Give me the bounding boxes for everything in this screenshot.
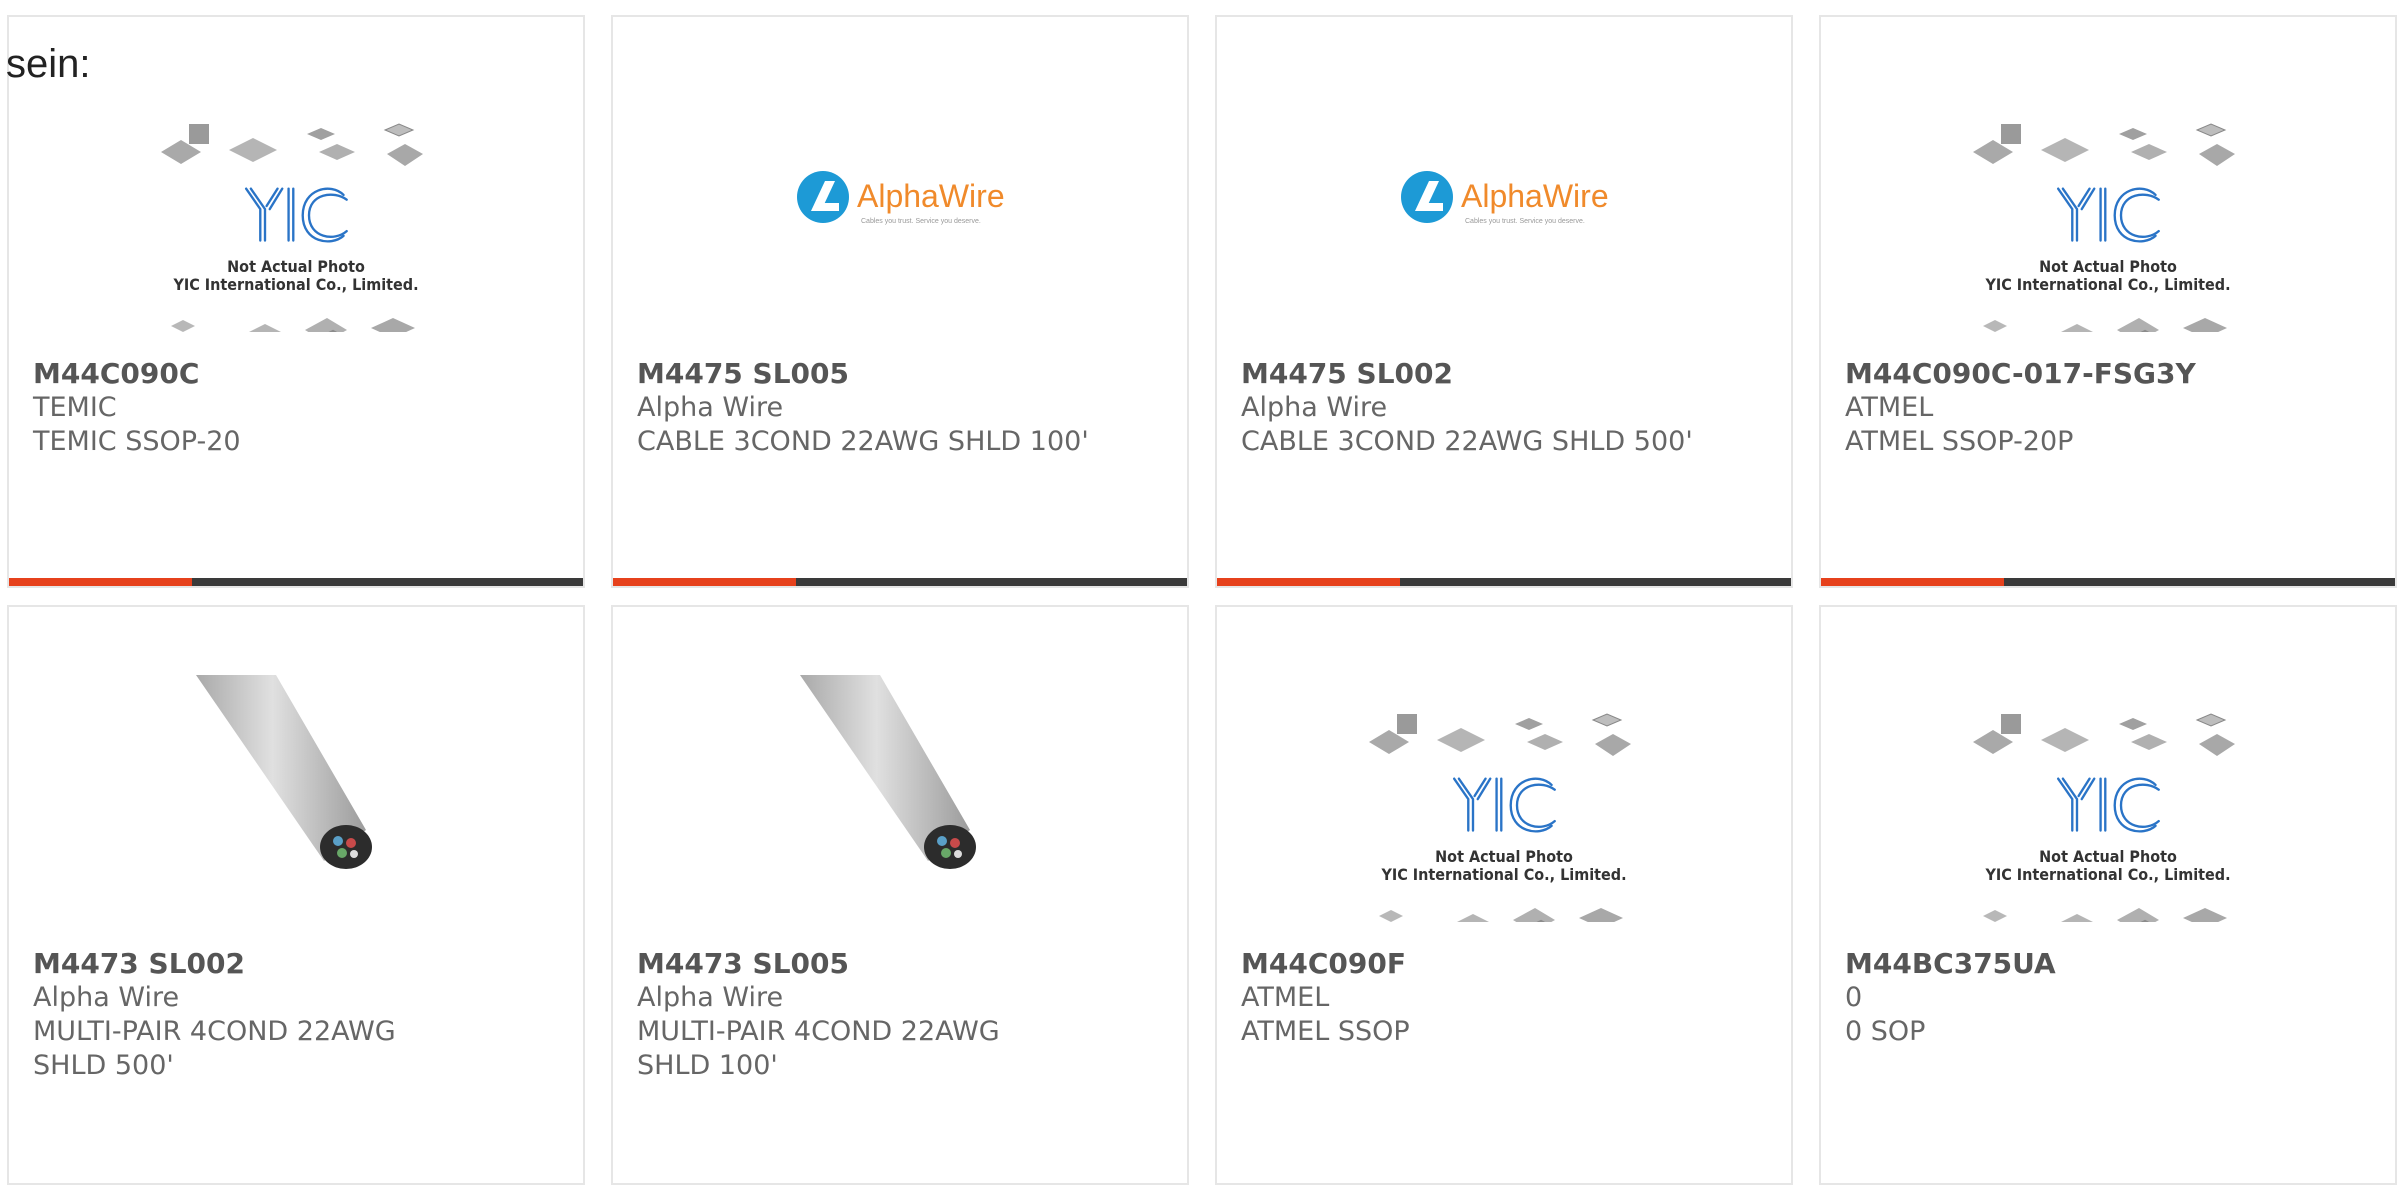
alphawire-logo: AlphaWire Cables you trust. Service you … <box>1401 171 1609 225</box>
description: TEMIC SSOP-20 <box>33 426 241 457</box>
product-image[interactable] <box>9 655 583 945</box>
product-card[interactable]: Not Actual Photo YIC International Co., … <box>7 15 585 588</box>
description: CABLE 3COND 22AWG SHLD 100' <box>637 426 1089 457</box>
product-card[interactable]: AlphaWire Cables you trust. Service you … <box>1215 15 1793 588</box>
yic-placeholder-image: Not Actual Photo YIC International Co., … <box>161 123 429 332</box>
part-number[interactable]: M4473 SL002 <box>33 947 563 981</box>
placeholder-line2: YIC International Co., Limited. <box>1984 275 2230 294</box>
alphawire-tagline: Cables you trust. Service you deserve. <box>1465 218 1585 225</box>
product-image[interactable]: Not Actual Photo YIC International Co., … <box>9 92 583 382</box>
card-accent <box>1217 578 1400 586</box>
brand: Alpha Wire <box>637 982 784 1013</box>
placeholder-line1: Not Actual Photo <box>1435 847 1573 866</box>
brand: Alpha Wire <box>33 982 180 1013</box>
alphawire-wordmark: AlphaWire <box>857 178 1005 214</box>
product-card[interactable]: AlphaWire Cables you trust. Service you … <box>611 15 1189 588</box>
card-accent <box>1821 578 2004 586</box>
product-image[interactable]: AlphaWire Cables you trust. Service you … <box>1217 92 1791 382</box>
product-image[interactable] <box>613 655 1187 945</box>
alphawire-tagline: Cables you trust. Service you deserve. <box>861 218 981 225</box>
description: SHLD 100' <box>637 1050 778 1081</box>
description: CABLE 3COND 22AWG SHLD 500' <box>1241 426 1693 457</box>
part-number[interactable]: M44C090F <box>1241 947 1771 981</box>
yic-placeholder-image: Not Actual Photo YIC International Co., … <box>1369 713 1637 922</box>
product-card[interactable]: Not Actual Photo YIC International Co., … <box>1819 15 2397 588</box>
placeholder-line1: Not Actual Photo <box>2039 847 2177 866</box>
product-image[interactable]: Not Actual Photo YIC International Co., … <box>1821 655 2395 945</box>
yic-placeholder-image: Not Actual Photo YIC International Co., … <box>1973 123 2241 332</box>
brand: 0 <box>1845 982 1863 1013</box>
alphawire-logo: AlphaWire Cables you trust. Service you … <box>797 171 1005 225</box>
card-bottom-bar <box>9 578 583 586</box>
product-image[interactable]: Not Actual Photo YIC International Co., … <box>1821 92 2395 382</box>
product-card[interactable]: M4473 SL005 Alpha Wire MULTI-PAIR 4COND … <box>611 605 1189 1185</box>
description: ATMEL SSOP <box>1241 1016 1410 1047</box>
description: MULTI-PAIR 4COND 22AWG <box>33 1016 396 1047</box>
product-card[interactable]: Not Actual Photo YIC International Co., … <box>1215 605 1793 1185</box>
part-number[interactable]: M4475 SL005 <box>637 357 1167 391</box>
description: ATMEL SSOP-20P <box>1845 426 2074 457</box>
card-bottom-bar <box>1217 578 1791 586</box>
card-accent <box>613 578 796 586</box>
card-bottom-bar <box>1821 578 2395 586</box>
cable-photo-image <box>800 675 976 869</box>
product-card[interactable]: Not Actual Photo YIC International Co., … <box>1819 605 2397 1185</box>
placeholder-line2: YIC International Co., Limited. <box>1380 865 1626 884</box>
card-accent <box>9 578 192 586</box>
cable-photo-image <box>196 675 372 869</box>
description: MULTI-PAIR 4COND 22AWG <box>637 1016 1000 1047</box>
brand: TEMIC <box>33 392 117 423</box>
placeholder-line1: Not Actual Photo <box>227 257 365 276</box>
description: SHLD 500' <box>33 1050 174 1081</box>
part-number[interactable]: M4475 SL002 <box>1241 357 1771 391</box>
yic-placeholder-image: Not Actual Photo YIC International Co., … <box>1973 713 2241 922</box>
product-image[interactable]: Not Actual Photo YIC International Co., … <box>1217 655 1791 945</box>
part-number[interactable]: M4473 SL005 <box>637 947 1167 981</box>
placeholder-line1: Not Actual Photo <box>2039 257 2177 276</box>
alphawire-wordmark: AlphaWire <box>1461 178 1609 214</box>
brand: ATMEL <box>1845 392 1934 423</box>
product-image[interactable]: AlphaWire Cables you trust. Service you … <box>613 92 1187 382</box>
card-bottom-bar <box>613 578 1187 586</box>
brand: Alpha Wire <box>1241 392 1388 423</box>
intro-text: sein: <box>6 42 91 86</box>
part-number[interactable]: M44C090C-017-FSG3Y <box>1845 357 2375 391</box>
placeholder-line2: YIC International Co., Limited. <box>1984 865 2230 884</box>
brand: Alpha Wire <box>637 392 784 423</box>
product-card[interactable]: M4473 SL002 Alpha Wire MULTI-PAIR 4COND … <box>7 605 585 1185</box>
placeholder-line2: YIC International Co., Limited. <box>172 275 418 294</box>
brand: ATMEL <box>1241 982 1330 1013</box>
part-number[interactable]: M44BC375UA <box>1845 947 2375 981</box>
part-number[interactable]: M44C090C <box>33 357 563 391</box>
description: 0 SOP <box>1845 1016 1926 1047</box>
